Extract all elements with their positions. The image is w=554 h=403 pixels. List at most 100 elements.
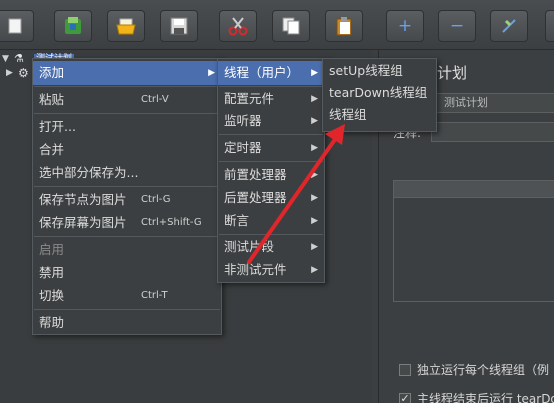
menu-separator xyxy=(34,236,220,237)
tree-expand-icon[interactable]: ▼ xyxy=(2,54,12,64)
comment-field[interactable] xyxy=(431,122,554,142)
menu-item-merge-label: 合并 xyxy=(39,142,65,157)
submenu-item-timer[interactable]: 定时器 ▶ xyxy=(218,136,324,160)
teardown-thread-group-label: tearDown线程组 xyxy=(329,85,428,100)
setup-thread-group-label: setUp线程组 xyxy=(329,63,403,78)
submenu-item-setup-thread-group[interactable]: setUp线程组 xyxy=(323,60,436,82)
submenu-item-thread-group[interactable]: 线程组 xyxy=(323,104,436,126)
save-screen-image-accelerator: Ctrl+Shift-G xyxy=(141,217,202,228)
menu-item-help[interactable]: 帮助 xyxy=(33,311,221,335)
tree-child-expand-icon[interactable]: ▶ xyxy=(6,68,13,78)
menu-item-toggle[interactable]: 切换 Ctrl-T xyxy=(33,284,221,308)
threads-submenu: setUp线程组 tearDown线程组 线程组 xyxy=(322,58,437,132)
menu-item-add[interactable]: 添加 ▶ xyxy=(33,61,221,85)
variables-table[interactable] xyxy=(393,198,554,302)
menu-item-disable-label: 禁用 xyxy=(39,265,65,280)
expand-icon: + xyxy=(397,16,413,36)
menu-item-disable[interactable]: 禁用 xyxy=(33,261,221,285)
menu-item-merge[interactable]: 合并 xyxy=(33,138,221,162)
save-button[interactable] xyxy=(160,10,198,42)
menu-item-save-node-image[interactable]: 保存节点为图片 Ctrl-G xyxy=(33,188,221,212)
paste-icon xyxy=(336,17,352,36)
copy-icon xyxy=(282,17,300,35)
context-menu: 添加 ▶ 粘贴 Ctrl-V 打开... 合并 选中部分保存为... 保存节点为… xyxy=(32,58,222,335)
menu-item-save-node-image-label: 保存节点为图片 xyxy=(39,192,127,207)
thread-group-label: 线程组 xyxy=(329,107,367,122)
templates-button[interactable] xyxy=(54,10,92,42)
templates-icon xyxy=(65,17,81,34)
submenu-arrow-icon: ▶ xyxy=(311,68,318,78)
submenu-item-config-label: 配置元件 xyxy=(224,91,275,106)
submenu-item-threads-label: 线程（用户） xyxy=(224,65,300,80)
name-field[interactable]: 测试计划 xyxy=(427,93,554,113)
submenu-item-pre-processor-label: 前置处理器 xyxy=(224,167,287,182)
submenu-item-listener-label: 监听器 xyxy=(224,113,262,128)
menu-item-save-selection-label: 选中部分保存为... xyxy=(39,165,139,180)
submenu-item-non-test-label: 非测试元件 xyxy=(224,262,287,277)
menu-separator xyxy=(34,86,220,87)
submenu-item-test-fragment[interactable]: 测试片段 ▶ xyxy=(218,235,324,259)
toggle-icon xyxy=(502,19,516,33)
submenu-arrow-icon: ▶ xyxy=(311,94,318,104)
collapse-icon: − xyxy=(449,16,465,36)
copy-button[interactable] xyxy=(272,10,310,42)
submenu-item-config-element[interactable]: 配置元件 ▶ xyxy=(218,87,324,111)
submenu-item-post-processor[interactable]: 后置处理器 ▶ xyxy=(218,186,324,210)
panel-title: 计划 xyxy=(437,64,468,82)
submenu-item-assertion-label: 断言 xyxy=(224,213,250,228)
add-submenu: 线程（用户） ▶ 配置元件 ▶ 监听器 ▶ 定时器 ▶ 前置处理器 ▶ 后置处理… xyxy=(217,58,325,283)
submenu-item-teardown-thread-group[interactable]: tearDown线程组 xyxy=(323,82,436,104)
submenu-arrow-icon: ▶ xyxy=(311,116,318,126)
submenu-arrow-icon: ▶ xyxy=(311,242,318,252)
toolbar-more-button[interactable] xyxy=(545,10,554,42)
teardown-after-shutdown-row[interactable]: ✓ 主线程结束后运行 tearDo xyxy=(399,390,554,403)
submenu-item-assertion[interactable]: 断言 ▶ xyxy=(218,209,324,233)
collapse-button[interactable]: − xyxy=(438,10,476,42)
paste-accelerator: Ctrl-V xyxy=(141,94,169,105)
menu-item-save-selection-as[interactable]: 选中部分保存为... xyxy=(33,161,221,185)
open-button[interactable] xyxy=(107,10,145,42)
new-icon xyxy=(8,18,22,34)
cut-icon xyxy=(228,17,248,36)
teardown-after-shutdown-checkbox[interactable]: ✓ xyxy=(399,392,411,403)
menu-item-save-screen-image-label: 保存屏幕为图片 xyxy=(39,215,127,230)
submenu-arrow-icon: ▶ xyxy=(311,170,318,180)
menu-item-enable: 启用 xyxy=(33,238,221,262)
menu-item-save-screen-image[interactable]: 保存屏幕为图片 Ctrl+Shift-G xyxy=(33,211,221,235)
menu-item-paste[interactable]: 粘贴 Ctrl-V xyxy=(33,88,221,112)
submenu-arrow-icon: ▶ xyxy=(311,265,318,275)
save-node-image-accelerator: Ctrl-G xyxy=(141,194,171,205)
submenu-item-test-fragment-label: 测试片段 xyxy=(224,239,275,254)
submenu-item-post-processor-label: 后置处理器 xyxy=(224,190,287,205)
menu-item-paste-label: 粘贴 xyxy=(39,92,65,107)
toggle-accelerator: Ctrl-T xyxy=(141,290,168,301)
menu-separator xyxy=(219,161,323,162)
submenu-arrow-icon: ▶ xyxy=(208,68,215,78)
menu-item-enable-label: 启用 xyxy=(39,242,65,257)
menu-separator xyxy=(34,113,220,114)
submenu-arrow-icon: ▶ xyxy=(311,193,318,203)
run-groups-independently-label: 独立运行每个线程组（例 xyxy=(417,363,550,377)
menu-item-open-label: 打开... xyxy=(39,119,76,134)
menu-separator xyxy=(34,186,220,187)
menu-item-toggle-label: 切换 xyxy=(39,288,65,303)
menu-item-open[interactable]: 打开... xyxy=(33,115,221,139)
run-groups-independently-row[interactable]: 独立运行每个线程组（例 xyxy=(399,361,549,378)
run-groups-independently-checkbox[interactable] xyxy=(399,363,411,376)
paste-button[interactable] xyxy=(325,10,363,42)
toggle-button[interactable] xyxy=(490,10,528,42)
submenu-item-timer-label: 定时器 xyxy=(224,140,262,155)
submenu-item-listener[interactable]: 监听器 ▶ xyxy=(218,109,324,133)
submenu-item-pre-processor[interactable]: 前置处理器 ▶ xyxy=(218,163,324,187)
submenu-item-threads[interactable]: 线程（用户） ▶ xyxy=(218,61,324,85)
expand-button[interactable]: + xyxy=(386,10,424,42)
new-button[interactable] xyxy=(0,10,34,42)
menu-separator xyxy=(219,134,323,135)
menu-item-add-label: 添加 xyxy=(39,65,65,80)
teardown-after-shutdown-label: 主线程结束后运行 tearDo xyxy=(417,392,554,403)
submenu-arrow-icon: ▶ xyxy=(311,216,318,226)
open-icon xyxy=(116,18,136,35)
cut-button[interactable] xyxy=(219,10,257,42)
submenu-item-non-test-element[interactable]: 非测试元件 ▶ xyxy=(218,258,324,282)
menu-item-help-label: 帮助 xyxy=(39,315,65,330)
